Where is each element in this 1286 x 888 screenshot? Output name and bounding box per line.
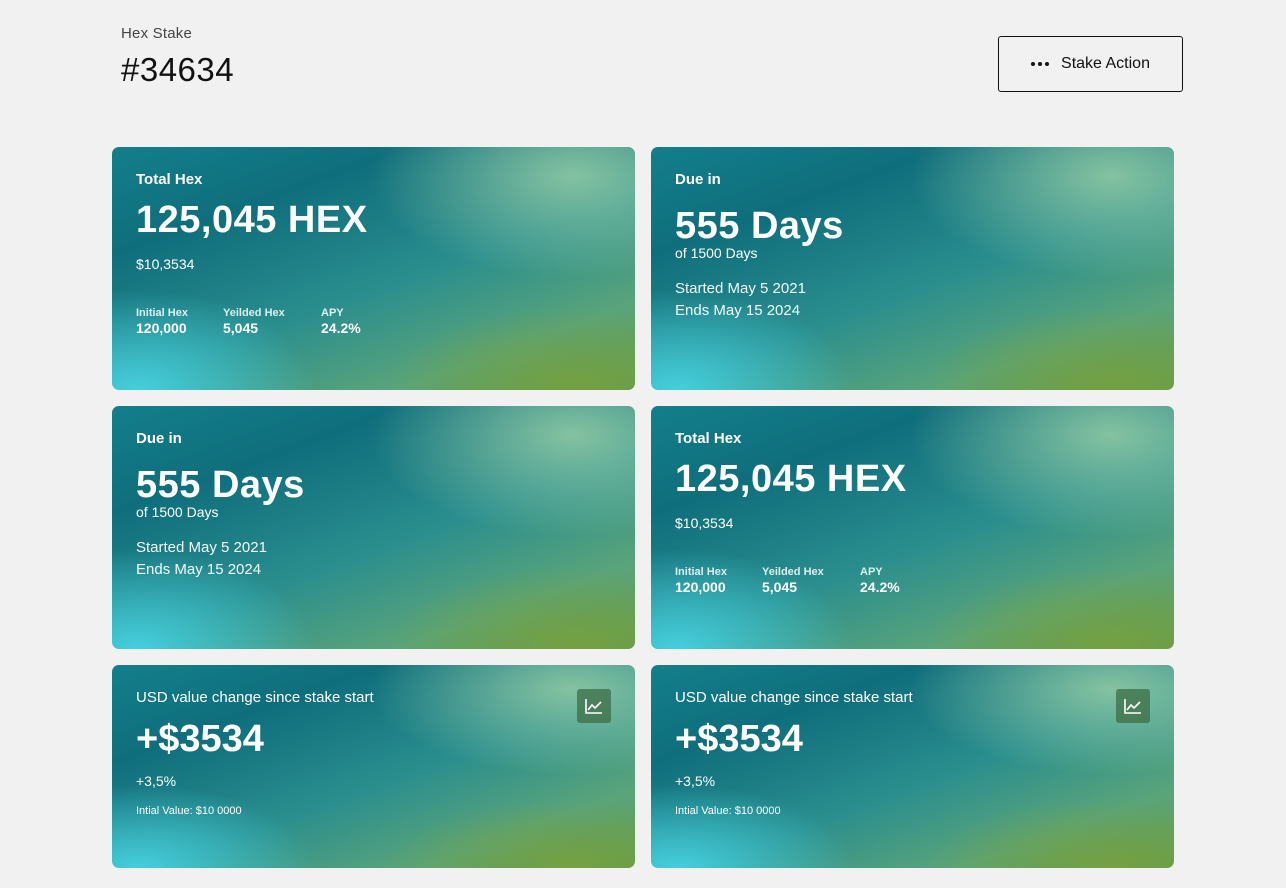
- line-chart-icon: [585, 699, 602, 714]
- stat-value: 120,000: [675, 579, 726, 595]
- card-label: Due in: [136, 430, 182, 447]
- usd-change-percent: +3,5%: [675, 773, 716, 789]
- stat-yielded-hex: Yeilded Hex 5,045: [762, 566, 834, 595]
- card-label: USD value change since stake start: [136, 689, 374, 706]
- total-hex-card: Total Hex 125,045 HEX $10,3534 Initial H…: [651, 406, 1174, 649]
- stat-value: 24.2%: [860, 579, 900, 595]
- initial-value: Intial Value: $10 0000: [136, 805, 242, 817]
- ends-date: Ends May 15 2024: [675, 302, 801, 319]
- card-label: Total Hex: [675, 430, 742, 447]
- due-days: 555 Days: [675, 205, 844, 247]
- total-hex-card: Total Hex 125,045 HEX $10,3534 Initial H…: [112, 147, 635, 390]
- chart-button[interactable]: [577, 689, 611, 723]
- stat-label: Initial Hex: [675, 566, 727, 578]
- total-days: of 1500 Days: [675, 245, 758, 261]
- stake-dates: Started May 5 2021 Ends May 15 2024: [675, 278, 806, 322]
- started-date: Started May 5 2021: [136, 539, 267, 556]
- stat-label: Yeilded Hex: [223, 307, 285, 319]
- stat-value: 24.2%: [321, 320, 361, 336]
- usd-change-card: USD value change since stake start +$353…: [651, 665, 1174, 868]
- stake-dates: Started May 5 2021 Ends May 15 2024: [136, 537, 267, 581]
- usd-value: $10,3534: [136, 256, 195, 272]
- stat-label: APY: [321, 307, 344, 319]
- more-dots-icon: [1031, 62, 1050, 66]
- usd-change-amount: +$3534: [675, 718, 803, 760]
- stat-label: Yeilded Hex: [762, 566, 824, 578]
- usd-change-percent: +3,5%: [136, 773, 177, 789]
- stat-yielded-hex: Yeilded Hex 5,045: [223, 307, 295, 336]
- stake-action-label: Stake Action: [1061, 55, 1150, 72]
- card-label: Total Hex: [136, 171, 203, 188]
- stat-apy: APY 24.2%: [860, 566, 900, 595]
- ends-date: Ends May 15 2024: [136, 561, 262, 578]
- card-label: Due in: [675, 171, 721, 188]
- stat-label: Initial Hex: [136, 307, 188, 319]
- stat-initial-hex: Initial Hex 120,000: [675, 566, 736, 595]
- total-hex-amount: 125,045 HEX: [136, 199, 368, 241]
- stat-label: APY: [860, 566, 883, 578]
- stat-value: 5,045: [762, 579, 798, 595]
- due-in-card: Due in 555 Days of 1500 Days Started May…: [112, 406, 635, 649]
- stat-apy: APY 24.2%: [321, 307, 361, 336]
- page-title: #34634: [121, 51, 235, 88]
- stake-action-button[interactable]: Stake Action: [998, 36, 1183, 92]
- usd-change-card: USD value change since stake start +$353…: [112, 665, 635, 868]
- total-days: of 1500 Days: [136, 504, 219, 520]
- chart-button[interactable]: [1116, 689, 1150, 723]
- card-label: USD value change since stake start: [675, 689, 913, 706]
- total-hex-amount: 125,045 HEX: [675, 458, 907, 500]
- started-date: Started May 5 2021: [675, 280, 806, 297]
- due-days: 555 Days: [136, 464, 305, 506]
- due-in-card: Due in 555 Days of 1500 Days Started May…: [651, 147, 1174, 390]
- stats-row: Initial Hex 120,000 Yeilded Hex 5,045 AP…: [136, 307, 387, 336]
- usd-value: $10,3534: [675, 515, 734, 531]
- initial-value: Intial Value: $10 0000: [675, 805, 781, 817]
- line-chart-icon: [1124, 699, 1141, 714]
- usd-change-amount: +$3534: [136, 718, 264, 760]
- stat-value: 5,045: [223, 320, 259, 336]
- stats-row: Initial Hex 120,000 Yeilded Hex 5,045 AP…: [675, 566, 926, 595]
- page-subtitle: Hex Stake: [121, 25, 192, 42]
- stat-value: 120,000: [136, 320, 187, 336]
- stat-initial-hex: Initial Hex 120,000: [136, 307, 197, 336]
